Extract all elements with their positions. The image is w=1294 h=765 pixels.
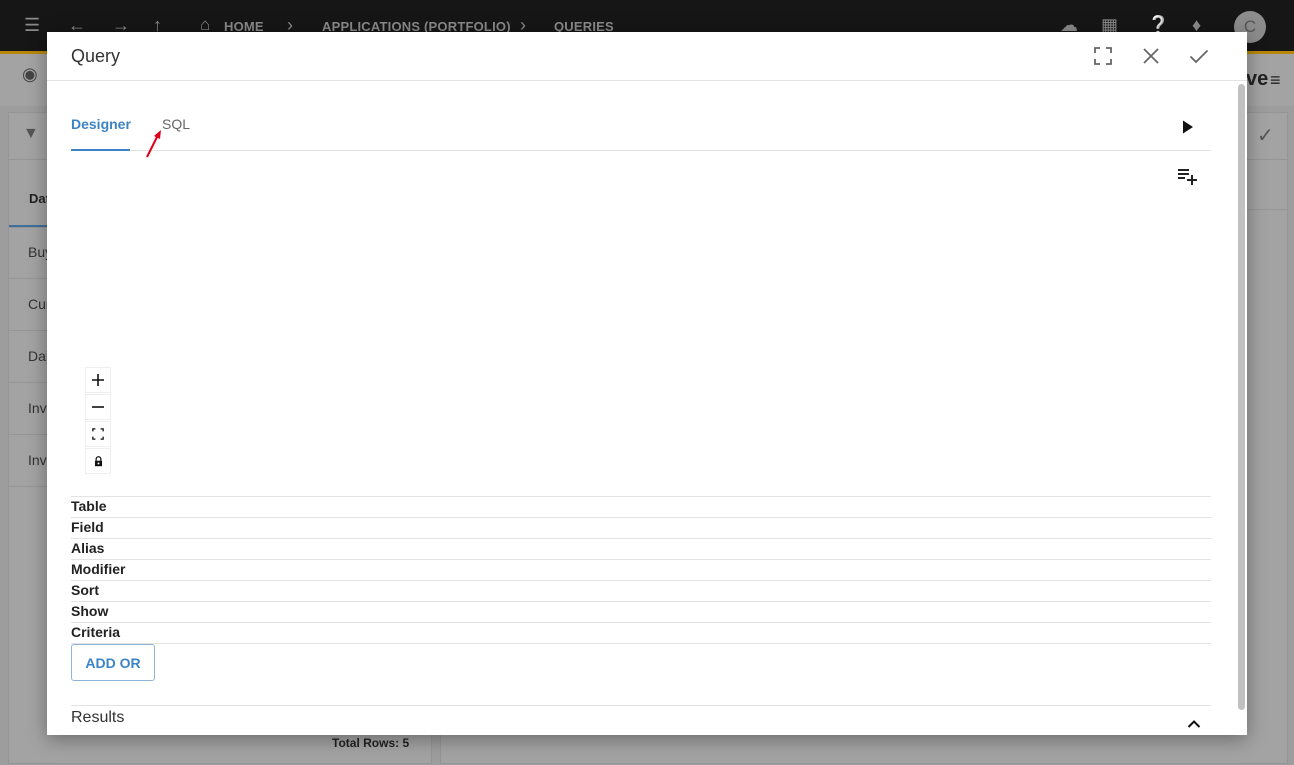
grid-row-label: Table (71, 496, 1211, 517)
grid-row-label: Criteria (71, 622, 1211, 644)
grid-row-label: Show (71, 601, 1211, 622)
annotation-arrow-icon (146, 130, 161, 158)
results-heading: Results (71, 709, 125, 726)
close-icon[interactable] (1139, 44, 1163, 68)
grid-row-label: Sort (71, 580, 1211, 601)
playlist-add-icon[interactable] (1175, 164, 1199, 188)
add-or-button[interactable]: ADD OR (71, 644, 155, 681)
grid-row-label: Field (71, 517, 1211, 538)
dialog-scrollbar[interactable] (1236, 81, 1247, 735)
tab-designer[interactable]: Designer (71, 116, 131, 151)
designer-tabs: Designer SQL (71, 116, 1211, 151)
play-icon[interactable] (1175, 115, 1199, 139)
dialog-title: Query (71, 46, 121, 66)
grid-row-label: Modifier (71, 559, 1211, 580)
grid-row-label: Alias (71, 538, 1211, 559)
fullscreen-icon[interactable] (1091, 44, 1115, 68)
total-rows: Total Rows: 5 (332, 736, 410, 750)
menu-lines-icon[interactable]: ≡ (1270, 70, 1281, 91)
fit-screen-icon[interactable] (85, 421, 111, 447)
scrollbar-thumb[interactable] (1238, 84, 1245, 710)
results-divider (71, 705, 1211, 706)
tab-sql[interactable]: SQL (162, 116, 190, 149)
chevron-up-icon[interactable] (1182, 712, 1206, 735)
lock-icon[interactable] (85, 448, 111, 474)
plus-icon[interactable] (85, 367, 111, 393)
minus-icon[interactable] (85, 394, 111, 420)
dialog-header: Query (47, 32, 1247, 81)
menu-icon[interactable]: ☰ (24, 14, 40, 36)
canvas-zoom-controls (85, 367, 113, 475)
query-grid: Table Field Alias Modifier Sort Show Cri… (71, 496, 1211, 644)
check-icon[interactable]: ✓ (1257, 123, 1274, 148)
clipped-toolbar-text: ve (1246, 68, 1269, 90)
query-dialog: Query Designer SQL Table Field Alias Mod… (47, 32, 1247, 735)
eye-icon[interactable]: ◉ (22, 64, 38, 85)
check-icon[interactable] (1187, 44, 1211, 68)
filter-icon[interactable]: ▼ (23, 125, 39, 143)
